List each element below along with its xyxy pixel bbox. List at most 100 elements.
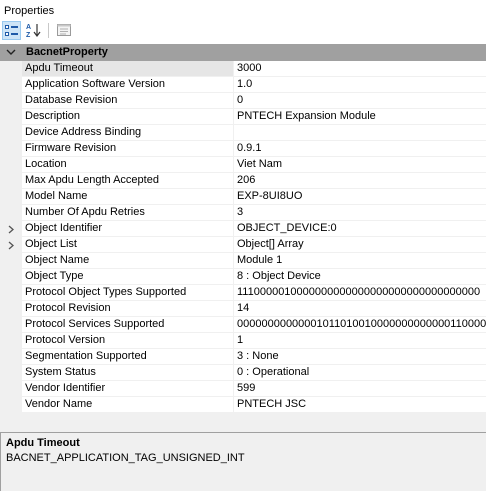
row-margin (0, 301, 22, 317)
property-row[interactable]: Firmware Revision 0.9.1 (0, 141, 486, 157)
property-row[interactable]: Number Of Apdu Retries 3 (0, 205, 486, 221)
property-value[interactable]: PNTECH JSC (234, 397, 486, 413)
property-name[interactable]: Object Identifier (22, 221, 234, 237)
property-name[interactable]: Location (22, 157, 234, 173)
row-margin (0, 349, 22, 365)
property-value[interactable]: 3000 (234, 61, 486, 77)
property-pages-button[interactable] (55, 21, 74, 40)
property-row[interactable]: Protocol Services Supported 0000000000000… (0, 317, 486, 333)
property-value[interactable]: 0.9.1 (234, 141, 486, 157)
property-name[interactable]: Model Name (22, 189, 234, 205)
property-row[interactable]: Description PNTECH Expansion Module (0, 109, 486, 125)
property-grid: BacnetProperty Apdu Timeout 3000 Applicati… (0, 44, 486, 416)
row-margin (0, 173, 22, 189)
property-value[interactable]: 0 : Operational (234, 365, 486, 381)
property-name[interactable]: Max Apdu Length Accepted (22, 173, 234, 189)
property-name[interactable]: Firmware Revision (22, 141, 234, 157)
property-row[interactable]: Object Identifier OBJECT_DEVICE:0 (0, 221, 486, 237)
row-margin (0, 397, 22, 413)
property-value[interactable]: 1110000010000000000000000000000000000000 (234, 285, 486, 301)
property-row[interactable]: Apdu Timeout 3000 (0, 61, 486, 77)
property-row[interactable]: Object Name Module 1 (0, 253, 486, 269)
chevron-right-icon[interactable] (7, 225, 15, 234)
description-splitter[interactable] (0, 416, 486, 432)
property-row[interactable]: Segmentation Supported 3 : None (0, 349, 486, 365)
property-row[interactable]: Vendor Identifier 599 (0, 381, 486, 397)
property-row[interactable]: Location Viet Nam (0, 157, 486, 173)
property-name[interactable]: Application Software Version (22, 77, 234, 93)
property-row[interactable]: Application Software Version 1.0 (0, 77, 486, 93)
property-value[interactable]: 3 (234, 205, 486, 221)
property-name[interactable]: Database Revision (22, 93, 234, 109)
category-row-bacnetproperty[interactable]: BacnetProperty (0, 44, 486, 61)
property-value[interactable] (234, 125, 486, 141)
row-margin (0, 93, 22, 109)
property-row[interactable]: System Status 0 : Operational (0, 365, 486, 381)
property-value[interactable]: EXP-8UI8UO (234, 189, 486, 205)
property-name[interactable]: Vendor Identifier (22, 381, 234, 397)
row-margin (0, 285, 22, 301)
property-row[interactable]: Object Type 8 : Object Device (0, 269, 486, 285)
property-row[interactable]: Protocol Revision 14 (0, 301, 486, 317)
property-row[interactable]: Object List Object[] Array (0, 237, 486, 253)
chevron-down-icon[interactable] (5, 46, 17, 58)
category-label: BacnetProperty (26, 46, 108, 58)
property-value[interactable]: 0000000000000101101001000000000000011000… (234, 317, 486, 333)
row-margin (0, 221, 22, 237)
property-row[interactable]: Model Name EXP-8UI8UO (0, 189, 486, 205)
description-pane: Apdu Timeout BACNET_APPLICATION_TAG_UNSI… (0, 432, 486, 491)
property-row[interactable]: Device Address Binding (0, 125, 486, 141)
property-name[interactable]: Protocol Revision (22, 301, 234, 317)
row-margin (0, 125, 22, 141)
property-row[interactable]: Max Apdu Length Accepted 206 (0, 173, 486, 189)
property-name[interactable]: System Status (22, 365, 234, 381)
row-margin (0, 61, 22, 77)
property-value[interactable]: 599 (234, 381, 486, 397)
row-margin (0, 365, 22, 381)
property-name[interactable]: Object Type (22, 269, 234, 285)
property-row[interactable]: Database Revision 0 (0, 93, 486, 109)
property-row[interactable]: Vendor Name PNTECH JSC (0, 397, 486, 413)
row-margin (0, 189, 22, 205)
property-value[interactable]: Module 1 (234, 253, 486, 269)
property-name[interactable]: Segmentation Supported (22, 349, 234, 365)
property-name[interactable]: Vendor Name (22, 397, 234, 413)
row-margin (0, 205, 22, 221)
property-name[interactable]: Description (22, 109, 234, 125)
categorized-button[interactable] (2, 21, 21, 40)
property-value[interactable]: 3 : None (234, 349, 486, 365)
property-name[interactable]: Protocol Services Supported (22, 317, 234, 333)
property-value[interactable]: Viet Nam (234, 157, 486, 173)
alphabetical-button[interactable]: A Z (24, 21, 43, 40)
property-row[interactable]: Protocol Object Types Supported 111000001… (0, 285, 486, 301)
property-pages-icon (57, 24, 71, 36)
row-margin (0, 157, 22, 173)
row-margin (0, 141, 22, 157)
property-value[interactable]: 206 (234, 173, 486, 189)
description-title: Apdu Timeout (6, 437, 80, 449)
property-value[interactable]: 1 (234, 333, 486, 349)
property-value[interactable]: Object[] Array (234, 237, 486, 253)
svg-text:Z: Z (26, 32, 31, 38)
description-text: BACNET_APPLICATION_TAG_UNSIGNED_INT (6, 452, 245, 464)
property-name[interactable]: Number Of Apdu Retries (22, 205, 234, 221)
toolbar-separator (48, 23, 49, 38)
property-toolbar: A Z (0, 19, 486, 42)
property-value[interactable]: 1.0 (234, 77, 486, 93)
property-value[interactable]: 0 (234, 93, 486, 109)
property-rows: Apdu Timeout 3000 Application Software Ver… (0, 61, 486, 413)
property-row[interactable]: Protocol Version 1 (0, 333, 486, 349)
property-name[interactable]: Protocol Object Types Supported (22, 285, 234, 301)
property-value[interactable]: 14 (234, 301, 486, 317)
property-name[interactable]: Object Name (22, 253, 234, 269)
property-name[interactable]: Object List (22, 237, 234, 253)
property-value[interactable]: PNTECH Expansion Module (234, 109, 486, 125)
property-name[interactable]: Protocol Version (22, 333, 234, 349)
property-value[interactable]: 8 : Object Device (234, 269, 486, 285)
chevron-right-icon[interactable] (7, 241, 15, 250)
row-margin (0, 77, 22, 93)
property-name[interactable]: Apdu Timeout (22, 61, 234, 77)
property-name[interactable]: Device Address Binding (22, 125, 234, 141)
property-value[interactable]: OBJECT_DEVICE:0 (234, 221, 486, 237)
row-margin (0, 237, 22, 253)
